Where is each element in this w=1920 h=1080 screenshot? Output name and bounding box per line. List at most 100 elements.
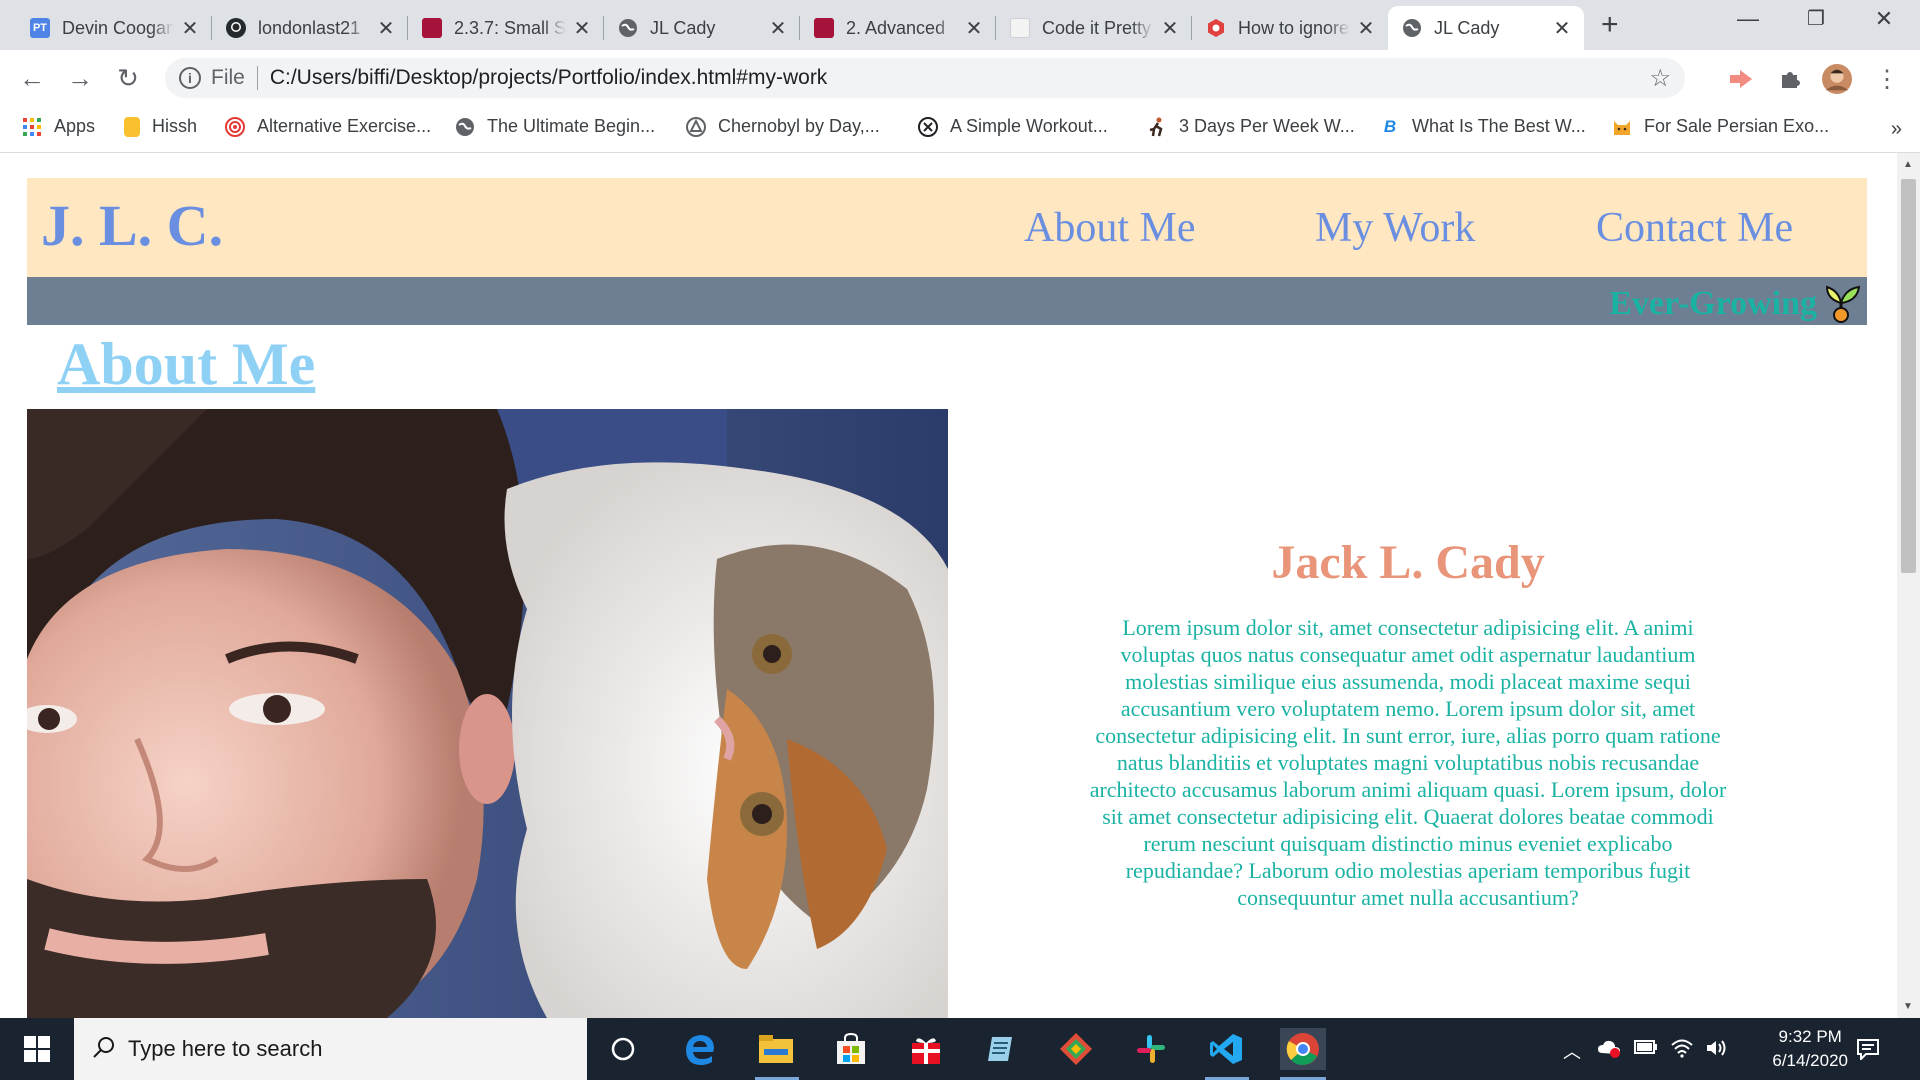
back-icon[interactable]: ←	[14, 60, 50, 96]
tab[interactable]: Code it Pretty ✕	[996, 6, 1192, 50]
sprout-icon	[1819, 279, 1863, 328]
bookmark-label: The Ultimate Begin...	[487, 116, 656, 136]
profile-avatar[interactable]	[1822, 64, 1852, 94]
tagline: Ever-Growing	[1609, 285, 1817, 322]
notifications-icon[interactable]	[1856, 1038, 1880, 1065]
bookmark-ultimate-beginner[interactable]: The Ultimate Begin...	[455, 116, 655, 137]
tab-title: 2. Advanced	[846, 17, 946, 38]
tab-title: Code it Pretty	[1042, 17, 1152, 38]
bookmark-label: Alternative Exercise...	[257, 116, 432, 136]
system-clock[interactable]: 9:32 PM 6/14/2020	[1772, 1025, 1848, 1073]
address-bar[interactable]: i File C:/Users/biffi/Desktop/projects/P…	[165, 58, 1685, 98]
vscode-icon[interactable]	[1205, 1028, 1247, 1070]
taskbar-search-box[interactable]: Type here to search	[74, 1018, 587, 1080]
extension-arrow-icon[interactable]	[1726, 64, 1756, 94]
more-bookmarks-icon[interactable]: »	[1891, 118, 1902, 141]
close-icon[interactable]: ✕	[1160, 16, 1180, 41]
bookmark-label: Chernobyl by Day,...	[718, 116, 880, 136]
bookmark-label: A Simple Workout...	[950, 116, 1108, 136]
minimize-icon[interactable]: —	[1728, 6, 1768, 32]
close-icon[interactable]: ✕	[768, 16, 788, 41]
restore-icon[interactable]: ❐	[1796, 6, 1836, 31]
scroll-up-icon[interactable]: ▲	[1903, 159, 1913, 170]
nav-about-me[interactable]: About Me	[1024, 204, 1196, 252]
circle-x-icon	[918, 116, 938, 137]
store-icon[interactable]	[830, 1028, 872, 1070]
bookmark-3-days[interactable]: 3 Days Per Week W...	[1147, 116, 1355, 137]
windows-taskbar: Type here to search ︿ 9:32 PM 6/14/2020	[0, 1018, 1920, 1080]
onedrive-icon[interactable]	[1597, 1038, 1621, 1063]
profile-photo	[27, 409, 948, 1018]
close-icon[interactable]: ✕	[1552, 16, 1572, 41]
bookmark-label: For Sale Persian Exo...	[1644, 116, 1830, 136]
nav-my-work[interactable]: My Work	[1315, 204, 1475, 252]
tab-active[interactable]: JL Cady ✕	[1388, 6, 1584, 50]
file-explorer-icon[interactable]	[755, 1028, 797, 1070]
person-name: Jack L. Cady	[1271, 536, 1545, 589]
site-logo[interactable]: J. L. C.	[41, 192, 223, 259]
tab[interactable]: 2. Advanced ✕	[800, 6, 996, 50]
tab[interactable]: PT Devin Coogan ✕	[16, 6, 212, 50]
slack-icon[interactable]	[1130, 1028, 1172, 1070]
nav-contact-me[interactable]: Contact Me	[1596, 204, 1793, 252]
show-hidden-icons-icon[interactable]: ︿	[1563, 1038, 1581, 1064]
bookmark-alternative-exercise[interactable]: Alternative Exercise...	[225, 116, 431, 137]
tab-title: londonlast21	[258, 17, 361, 38]
globe-icon	[686, 116, 706, 137]
tab-strip: PT Devin Coogan ✕ londonlast21 ✕ 2.3.7: …	[0, 0, 1920, 50]
menu-kebab-icon[interactable]: ⋮	[1872, 64, 1902, 94]
info-icon[interactable]: i	[179, 67, 201, 89]
bookmark-simple-workout[interactable]: A Simple Workout...	[918, 116, 1108, 137]
scroll-down-icon[interactable]: ▼	[1903, 1001, 1913, 1012]
tab-title: How to ignore	[1238, 17, 1350, 38]
battery-icon[interactable]	[1634, 1038, 1658, 1061]
tagline-bar: Ever-Growing	[27, 277, 1867, 325]
windows-start-icon[interactable]	[16, 1028, 58, 1070]
close-icon[interactable]: ✕	[376, 16, 396, 41]
tab[interactable]: londonlast21 ✕	[212, 6, 408, 50]
address-scheme: File	[211, 66, 245, 89]
new-tab-button[interactable]: +	[1601, 10, 1619, 40]
apps-grid-icon	[22, 117, 42, 137]
forward-icon[interactable]: →	[62, 60, 98, 96]
volume-icon[interactable]	[1705, 1038, 1729, 1063]
window-close-icon[interactable]: ✕	[1864, 6, 1904, 32]
tab[interactable]: How to ignore ✕	[1192, 6, 1388, 50]
scrollbar-thumb[interactable]	[1901, 179, 1916, 573]
tab-title: JL Cady	[1434, 17, 1500, 38]
chrome-icon[interactable]	[1280, 1028, 1326, 1070]
address-url[interactable]: C:/Users/biffi/Desktop/projects/Portfoli…	[270, 66, 827, 90]
bookmark-chernobyl[interactable]: Chernobyl by Day,...	[686, 116, 880, 137]
target-icon	[225, 116, 245, 137]
course-icon	[814, 18, 834, 38]
tab[interactable]: JL Cady ✕	[604, 6, 800, 50]
extensions-puzzle-icon[interactable]	[1775, 64, 1805, 94]
section-title-about-me[interactable]: About Me	[57, 330, 315, 399]
wifi-icon[interactable]	[1670, 1038, 1694, 1063]
close-icon[interactable]: ✕	[1356, 16, 1376, 41]
close-icon[interactable]: ✕	[572, 16, 592, 41]
globe-icon	[1402, 18, 1422, 38]
close-icon[interactable]: ✕	[180, 16, 200, 41]
pt-icon: PT	[30, 18, 50, 38]
reload-icon[interactable]: ↻	[110, 60, 146, 96]
cat-icon	[1612, 117, 1632, 137]
clock-date: 6/14/2020	[1772, 1051, 1848, 1070]
bookmark-hissh[interactable]: Hissh	[124, 116, 197, 137]
gift-app-icon[interactable]	[905, 1028, 947, 1070]
bookmark-apps[interactable]: Apps	[22, 116, 95, 137]
page-scrollbar[interactable]: ▲ ▼	[1897, 153, 1920, 1018]
close-icon[interactable]: ✕	[964, 16, 984, 41]
edge-icon[interactable]	[679, 1028, 721, 1070]
bookmark-persian[interactable]: For Sale Persian Exo...	[1612, 116, 1829, 137]
page-viewport: J. L. C. About Me My Work Contact Me Eve…	[0, 153, 1897, 1018]
tab[interactable]: 2.3.7: Small Scale ✕	[408, 6, 604, 50]
git-app-icon[interactable]	[1055, 1028, 1097, 1070]
tab-title: JL Cady	[650, 17, 716, 38]
bookmark-what-is-best[interactable]: B What Is The Best W...	[1380, 116, 1586, 137]
bookmark-star-icon[interactable]: ☆	[1649, 64, 1671, 93]
notes-app-icon[interactable]	[979, 1028, 1021, 1070]
globe-icon	[618, 18, 638, 38]
cortana-icon[interactable]	[602, 1028, 644, 1070]
tab-title: Devin Coogan	[62, 17, 174, 38]
